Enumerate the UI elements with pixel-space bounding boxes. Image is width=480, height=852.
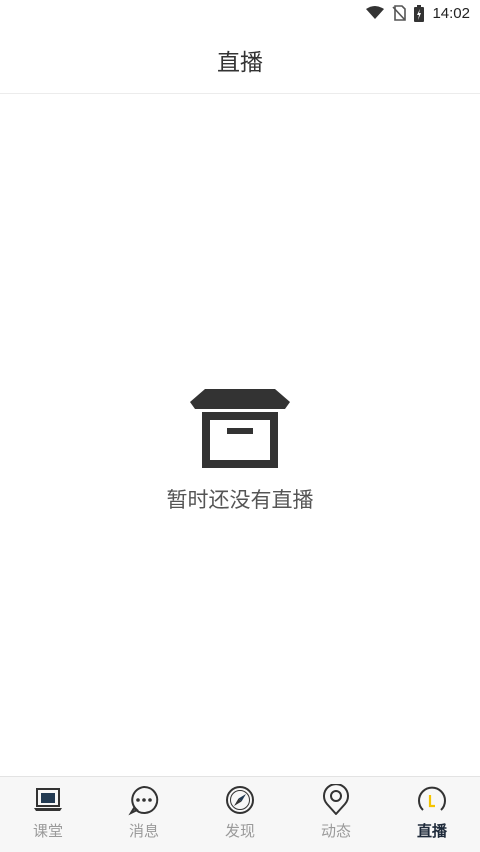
main-content: 暂时还没有直播 (0, 95, 480, 777)
no-sim-icon (392, 5, 407, 21)
tab-classroom[interactable]: 课堂 (0, 777, 96, 852)
archive-box-icon (187, 388, 293, 474)
tab-live[interactable]: 直播 (384, 777, 480, 852)
page-title: 直播 (217, 49, 263, 76)
tab-discover[interactable]: 发现 (192, 777, 288, 852)
tab-label: 课堂 (32, 822, 63, 840)
tab-label: 动态 (320, 822, 351, 840)
battery-charging-icon (414, 4, 425, 22)
live-clock-icon (416, 784, 448, 816)
chat-bubble-icon (128, 784, 160, 816)
app-header: 直播 (0, 26, 480, 94)
bottom-tab-bar: 课堂 消息 发现 动态 直播 (0, 776, 480, 852)
empty-state: 暂时还没有直播 (0, 388, 480, 514)
laptop-icon (32, 784, 64, 816)
wifi-icon (366, 6, 385, 20)
tab-label: 消息 (128, 822, 159, 840)
tab-moments[interactable]: 动态 (288, 777, 384, 852)
empty-message: 暂时还没有直播 (166, 488, 314, 512)
status-bar: 14:02 (0, 0, 480, 26)
location-pin-icon (320, 784, 352, 816)
tab-label: 直播 (416, 822, 447, 840)
tab-label: 发现 (224, 822, 255, 840)
tab-messages[interactable]: 消息 (96, 777, 192, 852)
compass-icon (224, 784, 256, 816)
status-time: 14:02 (432, 4, 470, 22)
